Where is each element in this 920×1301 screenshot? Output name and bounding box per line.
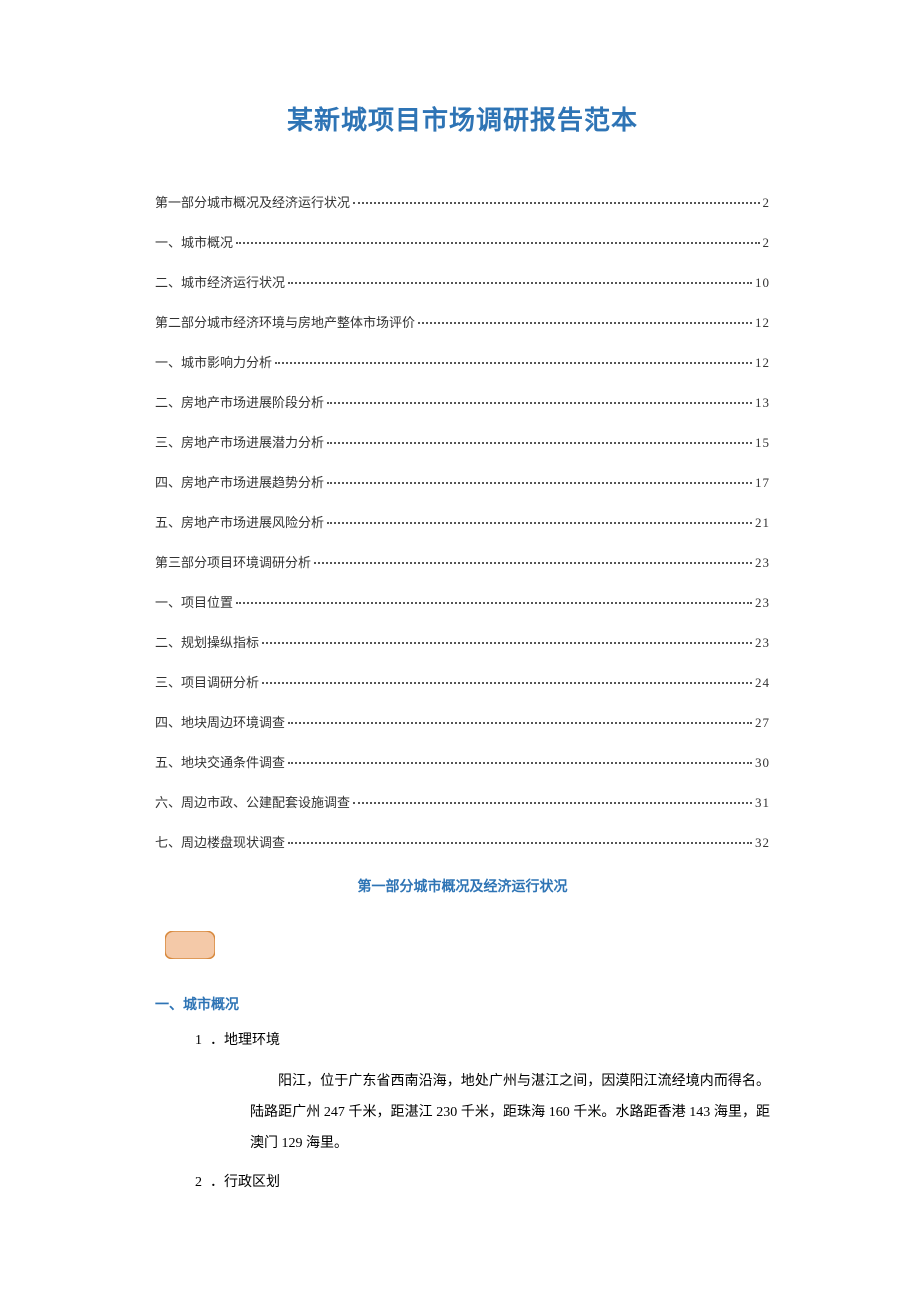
toc-entry: 六、周边市政、公建配套设施调查 31	[155, 792, 770, 811]
toc-leader-dots	[288, 842, 752, 844]
body-paragraph: 阳江，位于广东省西南沿海，地处广州与湛江之间，因漠阳江流经境内而得名。陆路距广州…	[250, 1067, 770, 1159]
toc-page-number: 12	[755, 355, 770, 371]
toc-leader-dots	[418, 322, 752, 324]
toc-leader-dots	[353, 802, 752, 804]
toc-leader-dots	[275, 362, 752, 364]
toc-page-number: 32	[755, 835, 770, 851]
list-item-label: ．行政区划	[210, 1175, 280, 1190]
toc-leader-dots	[353, 202, 759, 204]
toc-label: 四、房地产市场进展趋势分析	[155, 472, 324, 491]
toc-leader-dots	[327, 482, 752, 484]
toc-page-number: 12	[755, 315, 770, 331]
list-item-number: 1	[195, 1033, 202, 1048]
toc-entry: 一、城市影响力分析 12	[155, 352, 770, 371]
toc-label: 第三部分项目环境调研分析	[155, 552, 311, 571]
table-of-contents: 第一部分城市概况及经济运行状况 2 一、城市概况 2 二、城市经济运行状况 10…	[155, 192, 770, 851]
toc-entry: 七、周边楼盘现状调查 32	[155, 832, 770, 851]
toc-entry: 第二部分城市经济环境与房地产整体市场评价 12	[155, 312, 770, 331]
toc-entry: 三、房地产市场进展潜力分析 15	[155, 432, 770, 451]
toc-entry: 五、地块交通条件调查 30	[155, 752, 770, 771]
toc-label: 五、地块交通条件调查	[155, 752, 285, 771]
list-item: 2 ．行政区划	[195, 1171, 770, 1191]
toc-page-number: 17	[755, 475, 770, 491]
toc-page-number: 23	[755, 635, 770, 651]
toc-leader-dots	[288, 722, 752, 724]
toc-page-number: 2	[763, 195, 771, 211]
decorative-shape-icon	[165, 931, 770, 964]
toc-page-number: 31	[755, 795, 770, 811]
toc-leader-dots	[314, 562, 752, 564]
toc-label: 二、房地产市场进展阶段分析	[155, 392, 324, 411]
list-item-number: 2	[195, 1175, 202, 1190]
toc-label: 七、周边楼盘现状调查	[155, 832, 285, 851]
toc-leader-dots	[327, 522, 752, 524]
toc-leader-dots	[327, 442, 752, 444]
toc-label: 五、房地产市场进展风险分析	[155, 512, 324, 531]
toc-page-number: 27	[755, 715, 770, 731]
toc-label: 一、项目位置	[155, 592, 233, 611]
document-page: 某新城项目市场调研报告范本 第一部分城市概况及经济运行状况 2 一、城市概况 2…	[0, 0, 920, 1269]
sub-heading: 一、城市概况	[155, 994, 770, 1014]
toc-label: 六、周边市政、公建配套设施调查	[155, 792, 350, 811]
toc-page-number: 21	[755, 515, 770, 531]
toc-label: 一、城市影响力分析	[155, 352, 272, 371]
toc-page-number: 30	[755, 755, 770, 771]
toc-page-number: 23	[755, 595, 770, 611]
toc-label: 四、地块周边环境调查	[155, 712, 285, 731]
section-heading: 第一部分城市概况及经济运行状况	[155, 876, 770, 896]
toc-label: 第一部分城市概况及经济运行状况	[155, 192, 350, 211]
toc-leader-dots	[262, 642, 752, 644]
toc-leader-dots	[327, 402, 752, 404]
toc-label: 二、规划操纵指标	[155, 632, 259, 651]
toc-label: 三、房地产市场进展潜力分析	[155, 432, 324, 451]
toc-entry: 一、项目位置 23	[155, 592, 770, 611]
toc-entry: 四、房地产市场进展趋势分析 17	[155, 472, 770, 491]
toc-page-number: 23	[755, 555, 770, 571]
toc-page-number: 15	[755, 435, 770, 451]
document-title: 某新城项目市场调研报告范本	[155, 100, 770, 137]
toc-label: 第二部分城市经济环境与房地产整体市场评价	[155, 312, 415, 331]
toc-entry: 二、房地产市场进展阶段分析 13	[155, 392, 770, 411]
toc-page-number: 13	[755, 395, 770, 411]
toc-page-number: 24	[755, 675, 770, 691]
toc-entry: 第一部分城市概况及经济运行状况 2	[155, 192, 770, 211]
toc-label: 一、城市概况	[155, 232, 233, 251]
toc-page-number: 10	[755, 275, 770, 291]
toc-page-number: 2	[763, 235, 771, 251]
list-item-label: ．地理环境	[210, 1033, 280, 1048]
toc-entry: 三、项目调研分析 24	[155, 672, 770, 691]
toc-label: 二、城市经济运行状况	[155, 272, 285, 291]
toc-entry: 二、规划操纵指标 23	[155, 632, 770, 651]
toc-leader-dots	[288, 282, 752, 284]
toc-leader-dots	[236, 242, 759, 244]
toc-entry: 二、城市经济运行状况 10	[155, 272, 770, 291]
toc-leader-dots	[262, 682, 752, 684]
toc-entry: 第三部分项目环境调研分析 23	[155, 552, 770, 571]
list-item: 1 ．地理环境	[195, 1029, 770, 1049]
toc-leader-dots	[288, 762, 752, 764]
toc-entry: 五、房地产市场进展风险分析 21	[155, 512, 770, 531]
toc-entry: 一、城市概况 2	[155, 232, 770, 251]
toc-leader-dots	[236, 602, 752, 604]
toc-label: 三、项目调研分析	[155, 672, 259, 691]
toc-entry: 四、地块周边环境调查 27	[155, 712, 770, 731]
